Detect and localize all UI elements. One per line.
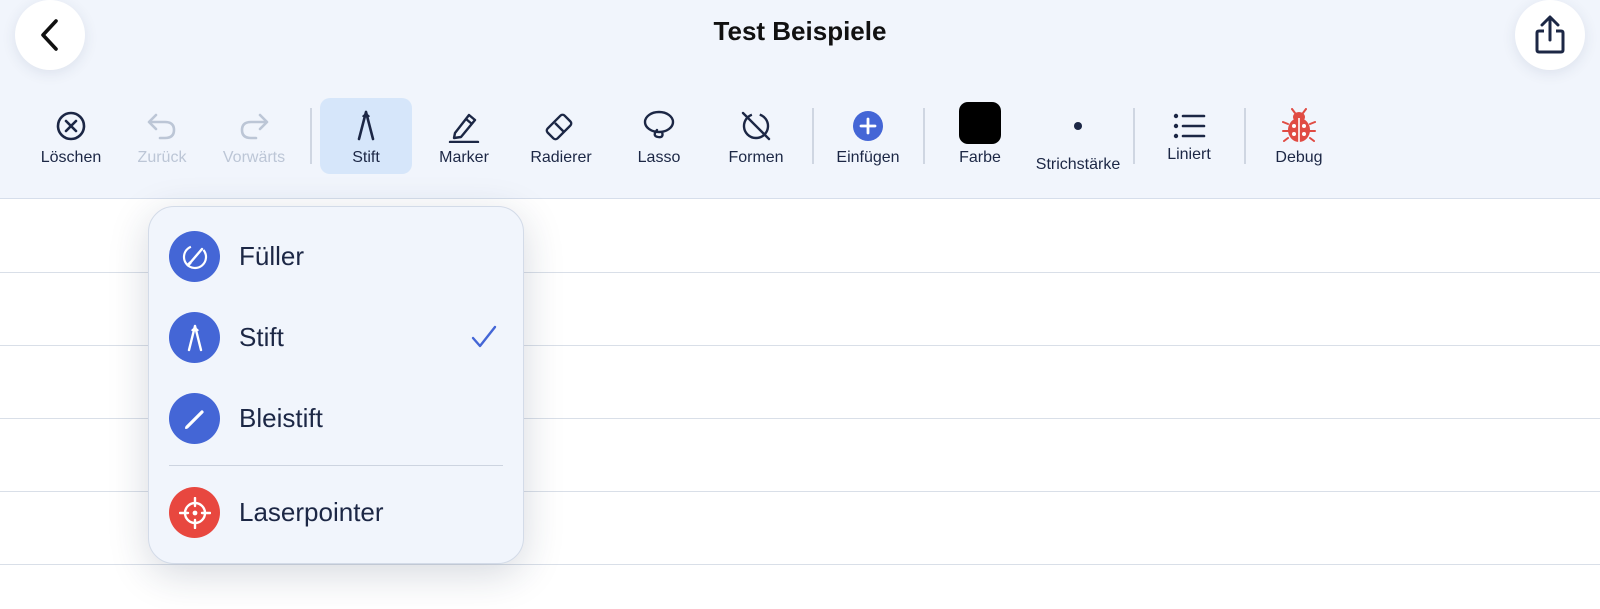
eraser-icon — [545, 113, 573, 141]
insert-button[interactable]: Einfügen — [822, 98, 914, 174]
eraser-tool-button[interactable]: Radierer — [515, 98, 607, 174]
shapes-tool-button[interactable]: Formen — [710, 98, 802, 174]
lined-label: Liniert — [1167, 146, 1211, 163]
menu-item-label: Bleistift — [239, 403, 323, 433]
marker-tool-button[interactable]: Marker — [418, 98, 510, 174]
stroke-width-label: Strichstärke — [1035, 156, 1121, 173]
pencil-icon — [169, 393, 220, 444]
menu-divider — [169, 465, 503, 466]
pen-tool-label: Stift — [352, 149, 380, 166]
menu-item-stift[interactable]: Stift — [149, 298, 523, 378]
menu-item-label: Stift — [239, 322, 284, 352]
lined-button[interactable]: Liniert — [1143, 98, 1235, 174]
lasso-tool-button[interactable]: Lasso — [613, 98, 705, 174]
toolbar-area: Test Beispiele Löschen Zurück Vorwärts S… — [0, 0, 1600, 199]
shapes-slash-icon — [741, 111, 771, 141]
eraser-tool-label: Radierer — [530, 149, 592, 166]
undo-button[interactable]: Zurück — [116, 98, 208, 174]
toolbar-divider — [1133, 108, 1135, 164]
dot-icon — [1074, 121, 1082, 130]
delete-button[interactable]: Löschen — [25, 98, 117, 174]
color-button[interactable]: Farbe — [934, 98, 1026, 174]
lasso-tool-label: Lasso — [637, 149, 681, 166]
color-label: Farbe — [959, 149, 1001, 166]
shapes-tool-label: Formen — [728, 149, 784, 166]
debug-button[interactable]: Debug — [1253, 98, 1345, 174]
debug-label: Debug — [1275, 149, 1323, 166]
insert-label: Einfügen — [836, 149, 900, 166]
undo-label: Zurück — [137, 149, 187, 166]
toolbar-divider — [923, 108, 925, 164]
menu-item-label: Füller — [239, 241, 305, 271]
menu-item-laserpointer[interactable]: Laserpointer — [149, 473, 523, 553]
stroke-width-button[interactable]: Strichstärke — [1031, 98, 1125, 174]
fountain-pen-icon — [169, 231, 220, 282]
share-icon — [1535, 15, 1565, 54]
pen-type-menu: Füller Stift Bleistift Laserpointer — [148, 206, 524, 564]
color-swatch — [959, 102, 1001, 144]
ladybug-icon — [1282, 108, 1316, 142]
delete-label: Löschen — [40, 149, 102, 166]
checkmark-icon — [471, 325, 497, 348]
list-icon — [1173, 113, 1206, 139]
page-title: Test Beispiele — [713, 16, 887, 46]
redo-button[interactable]: Vorwärts — [208, 98, 300, 174]
toolbar-divider — [310, 108, 312, 164]
ruled-line — [0, 564, 1600, 565]
toolbar-divider — [812, 108, 814, 164]
menu-item-fueller[interactable]: Füller — [149, 217, 523, 297]
lasso-icon — [643, 110, 675, 139]
redo-icon — [240, 113, 269, 140]
share-button[interactable] — [1515, 0, 1585, 70]
pen-tool-button[interactable]: Stift — [320, 98, 412, 174]
crosshair-icon — [169, 487, 220, 538]
menu-item-label: Laserpointer — [239, 497, 384, 527]
pen-nib-icon — [357, 110, 375, 141]
pen-nib-icon — [169, 312, 220, 363]
marker-tool-label: Marker — [439, 149, 489, 166]
menu-item-bleistift[interactable]: Bleistift — [149, 379, 523, 459]
redo-label: Vorwärts — [222, 149, 286, 166]
plus-circle-icon — [853, 111, 883, 141]
x-circle-icon — [56, 111, 86, 141]
undo-icon — [147, 113, 176, 140]
marker-icon — [448, 113, 480, 143]
toolbar-divider — [1244, 108, 1246, 164]
